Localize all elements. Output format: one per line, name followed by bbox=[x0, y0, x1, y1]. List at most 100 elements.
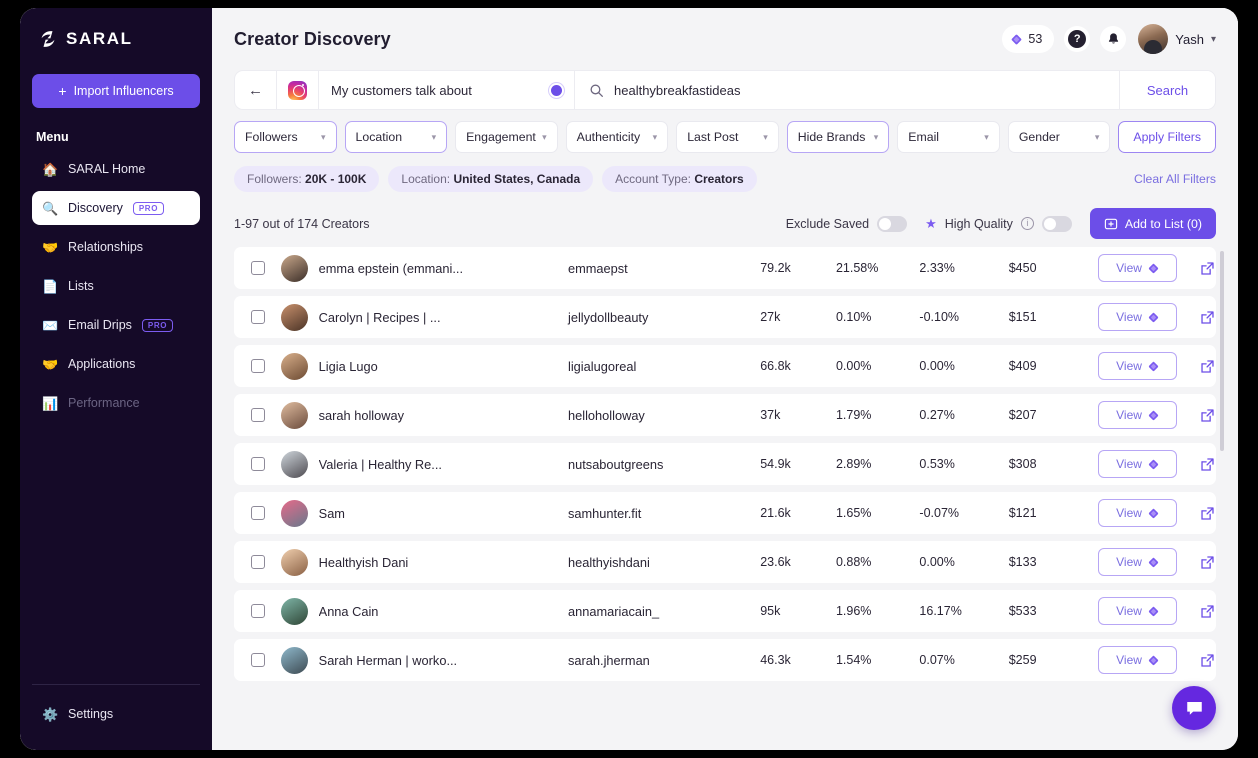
add-to-list-button[interactable]: Add to List (0) bbox=[1089, 208, 1216, 239]
table-scrollbar[interactable] bbox=[1220, 251, 1224, 451]
external-link-icon[interactable] bbox=[1199, 456, 1216, 473]
exclude-saved-toggle[interactable]: Exclude Saved bbox=[786, 215, 908, 232]
avatar bbox=[280, 401, 308, 429]
sidebar-item-saral-home[interactable]: 🏠 SARAL Home bbox=[32, 152, 200, 186]
row-checkbox[interactable] bbox=[251, 653, 266, 667]
view-button[interactable]: View bbox=[1098, 646, 1178, 674]
filter-hide-brands[interactable]: Hide Brands ▾ bbox=[786, 121, 890, 153]
high-quality-toggle[interactable]: ★ High Quality i bbox=[925, 215, 1072, 232]
row-checkbox[interactable] bbox=[251, 359, 266, 373]
view-button[interactable]: View bbox=[1098, 548, 1178, 576]
table-row[interactable]: Sam samhunter.fit 21.6k 1.65% -0.07% $121 View bbox=[234, 492, 1216, 534]
chip-key: Account Type: bbox=[615, 172, 695, 186]
external-cell bbox=[1199, 358, 1216, 375]
external-link-icon[interactable] bbox=[1199, 309, 1216, 326]
row-checkbox[interactable] bbox=[251, 457, 266, 471]
import-influencers-button[interactable]: + Import Influencers bbox=[32, 74, 200, 108]
creator-handle: nutsaboutgreens bbox=[568, 456, 664, 472]
apply-filters-button[interactable]: Apply Filters bbox=[1118, 121, 1217, 153]
row-checkbox[interactable] bbox=[251, 555, 266, 569]
creator-handle: ligialugoreal bbox=[568, 358, 637, 374]
row-checkbox[interactable] bbox=[251, 506, 266, 520]
sidebar-item-label: Settings bbox=[68, 707, 114, 721]
sidebar-item-lists[interactable]: 📄 Lists bbox=[32, 269, 200, 303]
creator-name: Valeria | Healthy Re... bbox=[318, 456, 442, 472]
info-icon[interactable]: i bbox=[1020, 217, 1034, 230]
notifications-button[interactable] bbox=[1100, 26, 1127, 52]
back-button[interactable]: ← bbox=[235, 71, 277, 109]
search-input-wrap[interactable]: healthybreakfastideas bbox=[575, 71, 1119, 109]
filter-authenticity[interactable]: Authenticity ▾ bbox=[565, 121, 669, 153]
external-link-icon[interactable] bbox=[1199, 554, 1216, 571]
followers-count: 21.6k bbox=[760, 506, 791, 520]
sidebar-item-settings[interactable]: ⚙️ Settings bbox=[32, 697, 200, 731]
filter-chip-account-type[interactable]: Account Type: Creators bbox=[602, 166, 757, 192]
filter-followers[interactable]: Followers ▾ bbox=[234, 121, 337, 153]
creator-name: Anna Cain bbox=[318, 603, 379, 619]
platform-selector[interactable] bbox=[277, 71, 319, 109]
table-row[interactable]: Ligia Lugo ligialugoreal 66.8k 0.00% 0.00% $4… bbox=[234, 345, 1216, 387]
filter-label: Authenticity bbox=[576, 130, 641, 144]
clear-all-filters-button[interactable]: Clear All Filters bbox=[1134, 172, 1216, 186]
filter-last-post[interactable]: Last Post ▾ bbox=[676, 121, 779, 153]
search-button[interactable]: Search bbox=[1119, 71, 1215, 109]
sidebar-item-relationships[interactable]: 🤝 Relationships bbox=[32, 230, 200, 264]
filter-engagement[interactable]: Engagement ▾ bbox=[455, 121, 558, 153]
creator-handle: healthyishdani bbox=[568, 554, 650, 570]
view-button[interactable]: View bbox=[1098, 597, 1178, 625]
table-row[interactable]: sarah holloway helloholloway 37k 1.79% 0.27%… bbox=[234, 394, 1216, 436]
table-row[interactable]: emma epstein (emmani... emmaepst 79.2k 21.5… bbox=[234, 247, 1216, 289]
view-button[interactable]: View bbox=[1098, 303, 1178, 331]
external-link-icon[interactable] bbox=[1199, 358, 1216, 375]
credits-pill[interactable]: 53 bbox=[1002, 25, 1055, 53]
sidebar-item-discovery[interactable]: 🔍 Discovery PRO bbox=[32, 191, 200, 225]
user-menu[interactable]: Yash ▾ bbox=[1138, 24, 1216, 54]
view-button[interactable]: View bbox=[1098, 401, 1178, 429]
table-row[interactable]: Anna Cain annamariacain_ 95k 1.96% 16.17% $53… bbox=[234, 590, 1216, 632]
filter-chip-location[interactable]: Location: United States, Canada bbox=[388, 166, 594, 192]
toggle-switch[interactable] bbox=[877, 215, 908, 232]
creator-name: Sarah Herman | worko... bbox=[318, 652, 458, 668]
filter-chip-followers[interactable]: Followers: 20K - 100K bbox=[234, 166, 380, 192]
help-button[interactable]: ? bbox=[1064, 26, 1091, 52]
brand-logo[interactable]: SARAL bbox=[32, 8, 200, 70]
estimated-price: $409 bbox=[1008, 359, 1037, 373]
pro-badge: PRO bbox=[132, 201, 165, 215]
table-row[interactable]: Valeria | Healthy Re... nutsaboutgreens 54… bbox=[234, 443, 1216, 485]
gem-icon bbox=[1148, 263, 1159, 273]
chevron-down-icon: ▾ bbox=[321, 131, 326, 142]
chat-support-button[interactable] bbox=[1172, 686, 1216, 730]
view-button[interactable]: View bbox=[1098, 499, 1178, 527]
view-button[interactable]: View bbox=[1098, 352, 1178, 380]
table-row[interactable]: Healthyish Dani healthyishdani 23.6k 0.88% 0… bbox=[234, 541, 1216, 583]
external-link-icon[interactable] bbox=[1199, 603, 1216, 620]
row-checkbox[interactable] bbox=[251, 408, 266, 422]
row-checkbox[interactable] bbox=[251, 604, 266, 618]
filter-email[interactable]: Email ▾ bbox=[897, 121, 1000, 153]
toggle-switch[interactable] bbox=[1041, 215, 1072, 232]
sidebar-item-performance[interactable]: 📊 Performance bbox=[32, 386, 200, 420]
chevron-down-icon: ▾ bbox=[873, 131, 879, 142]
external-link-icon[interactable] bbox=[1199, 652, 1216, 669]
sidebar-item-email-drips[interactable]: ✉️ Email Drips PRO bbox=[32, 308, 200, 342]
search-mode-selector[interactable]: My customers talk about bbox=[319, 71, 575, 109]
external-link-icon[interactable] bbox=[1199, 260, 1216, 277]
external-link-icon[interactable] bbox=[1199, 407, 1216, 424]
row-checkbox[interactable] bbox=[251, 261, 266, 275]
view-button[interactable]: View bbox=[1098, 254, 1178, 282]
followers-count: 66.8k bbox=[760, 359, 791, 373]
plus-icon: + bbox=[58, 83, 67, 99]
row-checkbox[interactable] bbox=[251, 310, 266, 324]
gem-icon bbox=[1148, 361, 1159, 371]
external-link-icon[interactable] bbox=[1199, 505, 1216, 522]
filter-location[interactable]: Location ▾ bbox=[344, 121, 448, 153]
table-row[interactable]: Carolyn | Recipes | ... jellydollbeauty 27… bbox=[234, 296, 1216, 338]
table-row[interactable]: Sarah Herman | worko... sarah.jherman 46.3… bbox=[234, 639, 1216, 681]
search-input[interactable]: healthybreakfastideas bbox=[614, 83, 740, 98]
row-checkbox-cell bbox=[236, 310, 281, 324]
view-button[interactable]: View bbox=[1098, 450, 1178, 478]
sidebar-item-applications[interactable]: 🤝 Applications bbox=[32, 347, 200, 381]
filters-row: Followers ▾ Location ▾ Engagement ▾ Auth… bbox=[234, 121, 1217, 153]
gem-icon bbox=[1148, 655, 1159, 665]
filter-gender[interactable]: Gender ▾ bbox=[1007, 121, 1111, 153]
